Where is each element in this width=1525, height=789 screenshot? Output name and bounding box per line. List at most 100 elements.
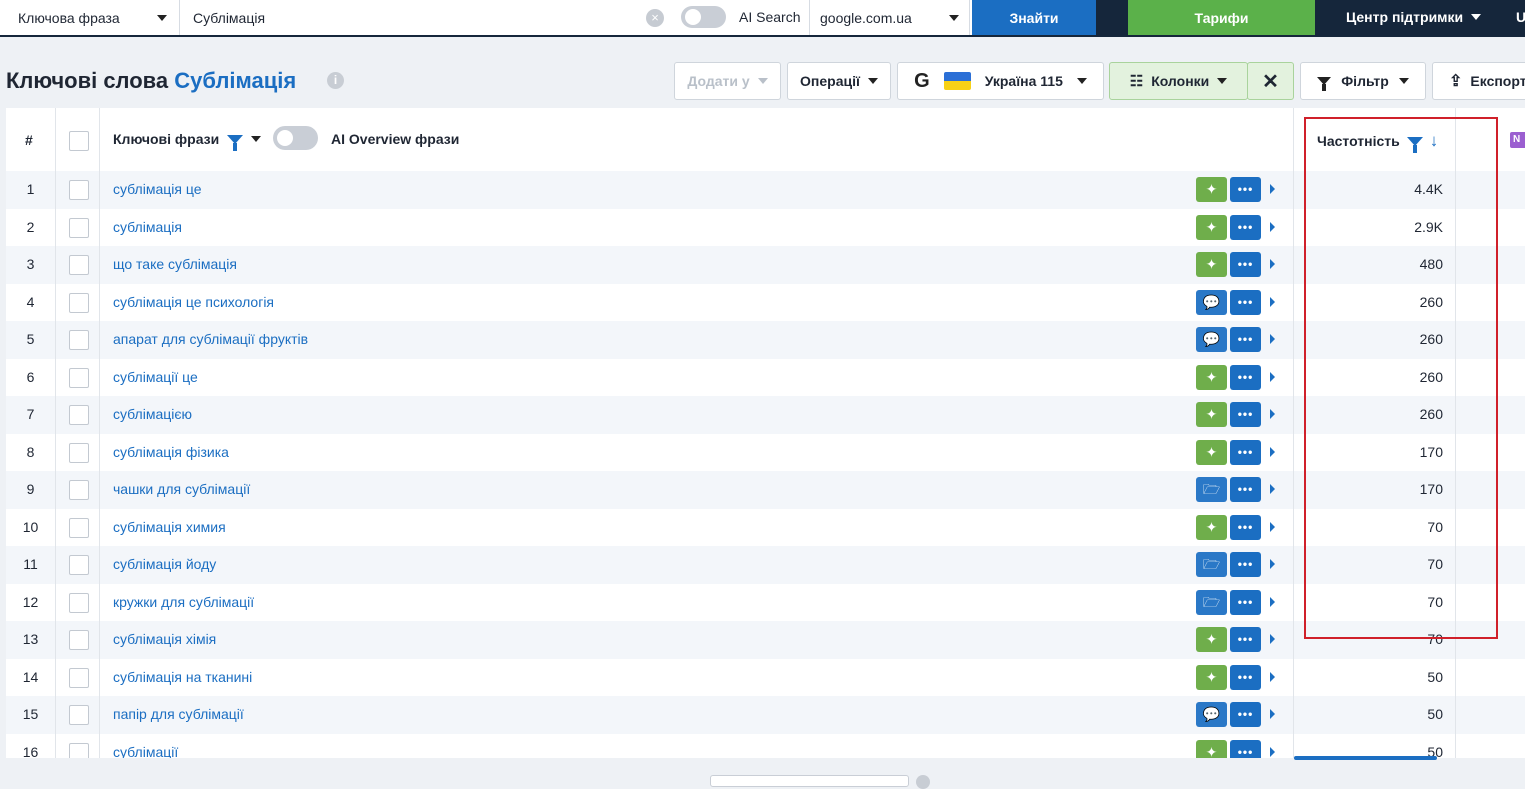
sparkle-intent-icon[interactable]: ✦ [1196,439,1227,465]
keyword-link[interactable]: сублімація [113,219,182,235]
expand-arrow-icon[interactable] [1270,671,1275,682]
keyword-link[interactable]: сублімацією [113,406,192,422]
sparkle-intent-icon[interactable]: ✦ [1196,402,1227,427]
filter-icon[interactable] [1406,136,1423,153]
row-checkbox[interactable] [69,705,89,725]
expand-arrow-icon[interactable] [1270,634,1275,644]
sparkle-intent-icon[interactable]: ✦ [1196,214,1227,240]
reset-columns-button[interactable]: ✕ [1247,62,1294,100]
sort-desc-icon[interactable]: ↓ [1430,131,1439,151]
expand-arrow-icon[interactable] [1270,371,1275,382]
columns-button[interactable]: ☷ Колонки [1109,62,1248,100]
more-options-button[interactable]: ••• [1230,514,1261,540]
sparkle-intent-icon[interactable]: ✦ [1196,177,1227,202]
keyword-link[interactable]: папір для сублімації [113,706,244,722]
filter-icon[interactable] [227,134,244,151]
expand-arrow-icon[interactable] [1270,559,1275,569]
filter-button[interactable]: Фільтр [1300,62,1426,100]
shop-intent-icon[interactable]: 🗁 [1196,589,1227,615]
row-checkbox[interactable] [69,292,89,313]
sparkle-intent-icon[interactable]: ✦ [1196,514,1227,540]
row-checkbox[interactable] [69,480,89,500]
expand-arrow-icon[interactable] [1270,296,1275,307]
expand-arrow-icon[interactable] [1270,709,1275,719]
more-options-button[interactable]: ••• [1230,289,1261,315]
expand-arrow-icon[interactable] [1270,184,1275,194]
more-options-button[interactable]: ••• [1230,477,1261,502]
sparkle-intent-icon[interactable]: ✦ [1196,627,1227,652]
search-type-dropdown[interactable]: Ключова фраза [0,0,180,35]
keyword-link[interactable]: сублімації це [113,369,198,385]
country-button[interactable]: G Україна 115 [897,62,1104,100]
chat-intent-icon[interactable]: 💬 [1196,702,1227,727]
row-checkbox[interactable] [69,555,89,575]
ai-overview-toggle[interactable] [273,126,318,150]
pagination-select[interactable] [710,775,909,787]
expand-arrow-icon[interactable] [1270,409,1275,419]
expand-arrow-icon[interactable] [1270,746,1275,757]
column-header-frequency[interactable]: Частотність ↓ [1317,131,1439,153]
ai-search-toggle[interactable] [681,6,726,28]
keyword-link[interactable]: сублімація хімія [113,631,216,647]
row-checkbox[interactable] [69,255,89,275]
expand-arrow-icon[interactable] [1270,484,1275,494]
keyword-link[interactable]: кружки для сублімації [113,594,254,610]
export-button[interactable]: ⇪ Експорт [1432,62,1525,100]
row-checkbox[interactable] [69,442,89,463]
keyword-link[interactable]: сублімація химия [113,519,226,535]
sparkle-intent-icon[interactable]: ✦ [1196,364,1227,390]
select-all-checkbox[interactable] [69,131,89,151]
shop-intent-icon[interactable]: 🗁 [1196,477,1227,502]
row-checkbox[interactable] [69,630,89,650]
more-options-button[interactable]: ••• [1230,664,1261,690]
expand-arrow-icon[interactable] [1270,596,1275,607]
more-options-button[interactable]: ••• [1230,252,1261,277]
more-options-button[interactable]: ••• [1230,439,1261,465]
more-options-button[interactable]: ••• [1230,214,1261,240]
expand-arrow-icon[interactable] [1270,334,1275,344]
more-options-button[interactable]: ••• [1230,327,1261,352]
add-to-button[interactable]: Додати у [674,62,781,100]
more-options-button[interactable]: ••• [1230,552,1261,577]
keyword-link[interactable]: що таке сублімація [113,256,237,272]
chat-intent-icon[interactable]: 💬 [1196,289,1227,315]
expand-arrow-icon[interactable] [1270,221,1275,232]
more-options-button[interactable]: ••• [1230,402,1261,427]
sparkle-intent-icon[interactable]: ✦ [1196,664,1227,690]
more-options-button[interactable]: ••• [1230,589,1261,615]
row-checkbox[interactable] [69,367,89,388]
search-engine-select[interactable]: google.com.ua [809,0,970,35]
expand-arrow-icon[interactable] [1270,259,1275,269]
row-checkbox[interactable] [69,592,89,613]
more-options-button[interactable]: ••• [1230,702,1261,727]
keyword-link[interactable]: сублімація фізика [113,444,229,460]
operations-button[interactable]: Операції [787,62,891,100]
keyword-link[interactable]: апарат для сублімації фруктів [113,331,308,347]
clear-search-icon[interactable]: × [646,9,664,27]
row-checkbox[interactable] [69,180,89,200]
tariffs-button[interactable]: Тарифи [1128,0,1315,35]
row-checkbox[interactable] [69,667,89,688]
sparkle-intent-icon[interactable]: ✦ [1196,252,1227,277]
keyword-link[interactable]: сублімація це [113,181,201,197]
info-icon[interactable] [916,775,930,789]
horizontal-scrollbar[interactable] [1294,756,1437,760]
keyword-link[interactable]: сублімація це психологія [113,294,274,310]
chat-intent-icon[interactable]: 💬 [1196,327,1227,352]
expand-arrow-icon[interactable] [1270,446,1275,457]
row-checkbox[interactable] [69,742,89,758]
user-menu[interactable]: U [1516,9,1525,25]
sparkle-intent-icon[interactable]: ✦ [1196,739,1227,758]
keyword-link[interactable]: сублімації [113,744,178,759]
chevron-down-icon[interactable] [251,136,262,142]
column-header-keywords[interactable]: Ключові фрази [113,131,262,151]
keyword-link[interactable]: чашки для сублімації [113,481,250,497]
row-checkbox[interactable] [69,517,89,538]
search-input[interactable] [180,0,673,35]
row-checkbox[interactable] [69,217,89,238]
more-options-button[interactable]: ••• [1230,364,1261,390]
row-checkbox[interactable] [69,330,89,350]
shop-intent-icon[interactable]: 🗁 [1196,552,1227,577]
find-button[interactable]: Знайти [972,0,1096,35]
info-icon[interactable]: i [327,72,344,89]
